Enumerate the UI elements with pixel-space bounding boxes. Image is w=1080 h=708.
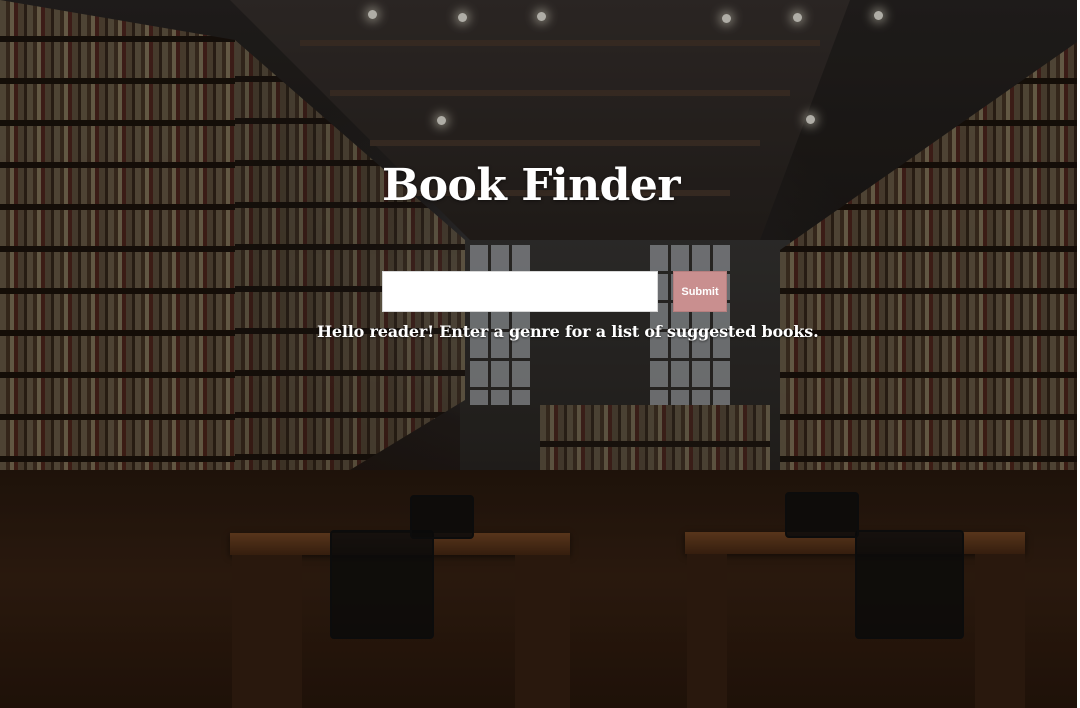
submit-button[interactable]: Submit [673, 271, 727, 312]
page-title: Book Finder [382, 160, 681, 211]
library-background-image [0, 0, 1080, 708]
genre-search-input[interactable] [382, 271, 658, 312]
book-finder-page: Book Finder Submit Hello reader! Enter a… [0, 0, 1080, 708]
dark-overlay [0, 0, 1080, 708]
instruction-text: Hello reader! Enter a genre for a list o… [317, 322, 819, 341]
